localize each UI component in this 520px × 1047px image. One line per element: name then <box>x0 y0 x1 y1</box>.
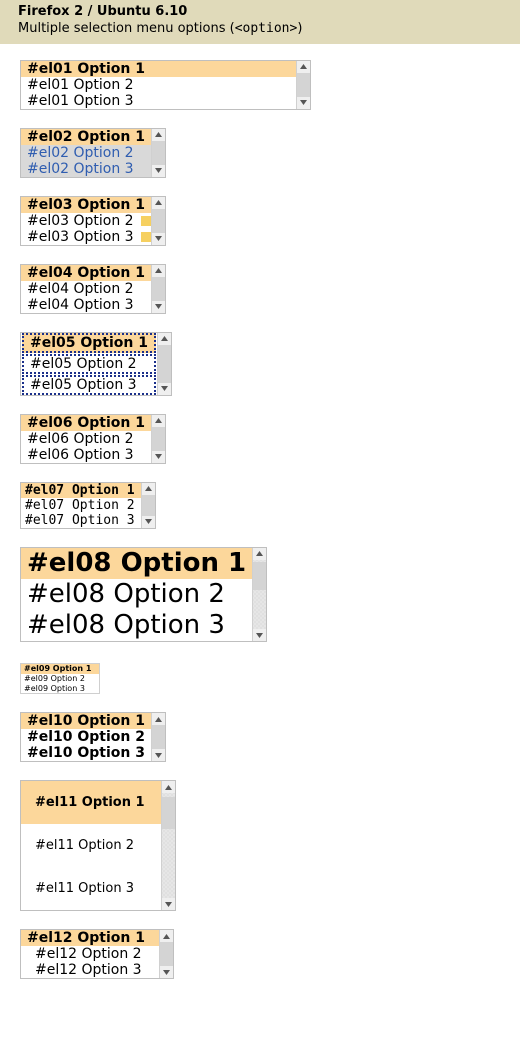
option-el02-2[interactable]: #el02 Option 2 <box>21 145 151 161</box>
option-el10-2[interactable]: #el10 Option 2 <box>21 729 151 745</box>
scroll-up-icon[interactable] <box>152 265 165 277</box>
option-el03-2[interactable]: #el03 Option 2 <box>21 213 151 229</box>
subtitle-code: <option> <box>235 21 298 36</box>
option-el07-2[interactable]: #el07 Option 2 <box>21 498 141 513</box>
option-el03-1[interactable]: #el03 Option 1 <box>21 197 151 213</box>
scroll-up-icon[interactable] <box>152 415 165 427</box>
option-el02-1[interactable]: #el02 Option 1 <box>21 129 151 145</box>
select-el11[interactable]: #el11 Option 1 #el11 Option 2 #el11 Opti… <box>20 780 500 911</box>
option-el04-1[interactable]: #el04 Option 1 <box>21 265 151 281</box>
option-el07-3[interactable]: #el07 Option 3 <box>21 513 141 528</box>
scrollbar[interactable] <box>161 781 175 910</box>
scroll-down-icon[interactable] <box>160 966 173 978</box>
option-el10-3[interactable]: #el10 Option 3 <box>21 745 151 761</box>
scroll-down-icon[interactable] <box>152 165 165 177</box>
select-el12[interactable]: #el12 Option 1 #el12 Option 2 #el12 Opti… <box>20 929 500 979</box>
option-el11-3[interactable]: #el11 Option 3 <box>21 867 161 910</box>
option-el08-2[interactable]: #el08 Option 2 <box>21 579 252 610</box>
platform-title: Firefox 2 / Ubuntu 6.10 <box>18 4 502 21</box>
option-el04-3[interactable]: #el04 Option 3 <box>21 297 151 313</box>
scroll-down-icon[interactable] <box>158 383 171 395</box>
subtitle-prefix: Multiple selection menu options ( <box>18 21 235 36</box>
select-el03[interactable]: #el03 Option 1 #el03 Option 2 #el03 Opti… <box>20 196 500 246</box>
scrollbar[interactable] <box>141 483 155 528</box>
select-el02[interactable]: #el02 Option 1 #el02 Option 2 #el02 Opti… <box>20 128 500 178</box>
scroll-up-icon[interactable] <box>162 781 175 793</box>
scrollbar[interactable] <box>296 61 310 109</box>
option-el08-1[interactable]: #el08 Option 1 <box>21 548 252 579</box>
scroll-down-icon[interactable] <box>142 516 155 528</box>
scrollbar[interactable] <box>151 197 165 245</box>
option-el06-2[interactable]: #el06 Option 2 <box>21 431 151 447</box>
scroll-up-icon[interactable] <box>152 197 165 209</box>
option-el12-1[interactable]: #el12 Option 1 <box>21 930 159 946</box>
option-el09-2[interactable]: #el09 Option 2 <box>21 674 99 684</box>
option-el04-2[interactable]: #el04 Option 2 <box>21 281 151 297</box>
option-el11-2[interactable]: #el11 Option 2 <box>21 824 161 867</box>
option-el06-1[interactable]: #el06 Option 1 <box>21 415 151 431</box>
scrollbar[interactable] <box>157 333 171 395</box>
option-el05-2[interactable]: #el05 Option 2 <box>22 354 156 374</box>
option-el09-3[interactable]: #el09 Option 3 <box>21 684 99 694</box>
option-el02-3[interactable]: #el02 Option 3 <box>21 161 151 177</box>
page-subtitle: Multiple selection menu options (<option… <box>18 21 502 38</box>
option-el05-1[interactable]: #el05 Option 1 <box>22 333 156 353</box>
select-el04[interactable]: #el04 Option 1 #el04 Option 2 #el04 Opti… <box>20 264 500 314</box>
scroll-down-icon[interactable] <box>152 749 165 761</box>
option-el08-3[interactable]: #el08 Option 3 <box>21 610 252 641</box>
option-el01-3[interactable]: #el01 Option 3 <box>21 93 296 109</box>
scroll-up-icon[interactable] <box>142 483 155 495</box>
scrollbar[interactable] <box>252 548 266 642</box>
select-el07[interactable]: #el07 Option 1 #el07 Option 2 #el07 Opti… <box>20 482 500 529</box>
scroll-up-icon[interactable] <box>253 548 266 560</box>
option-el11-1[interactable]: #el11 Option 1 <box>21 781 161 824</box>
option-el01-2[interactable]: #el01 Option 2 <box>21 77 296 93</box>
select-el06[interactable]: #el06 Option 1 #el06 Option 2 #el06 Opti… <box>20 414 500 464</box>
scroll-down-icon[interactable] <box>152 451 165 463</box>
option-el12-3[interactable]: #el12 Option 3 <box>21 962 159 978</box>
option-el12-2[interactable]: #el12 Option 2 <box>21 946 159 962</box>
scrollbar[interactable] <box>151 415 165 463</box>
content-area: #el01 Option 1 #el01 Option 2 #el01 Opti… <box>0 44 520 1013</box>
page-header: Firefox 2 / Ubuntu 6.10 Multiple selecti… <box>0 0 520 44</box>
scroll-up-icon[interactable] <box>152 129 165 141</box>
option-el07-1[interactable]: #el07 Option 1 <box>21 483 141 498</box>
scroll-up-icon[interactable] <box>158 333 171 345</box>
scroll-up-icon[interactable] <box>152 713 165 725</box>
scroll-down-icon[interactable] <box>253 629 266 641</box>
scroll-down-icon[interactable] <box>297 97 310 109</box>
scrollbar[interactable] <box>151 713 165 761</box>
scrollbar[interactable] <box>159 930 173 978</box>
scroll-down-icon[interactable] <box>162 898 175 910</box>
option-el06-3[interactable]: #el06 Option 3 <box>21 447 151 463</box>
option-el10-1[interactable]: #el10 Option 1 <box>21 713 151 729</box>
select-el01[interactable]: #el01 Option 1 #el01 Option 2 #el01 Opti… <box>20 60 500 110</box>
scroll-up-icon[interactable] <box>160 930 173 942</box>
select-el05[interactable]: #el05 Option 1 #el05 Option 2 #el05 Opti… <box>20 332 500 396</box>
scroll-down-icon[interactable] <box>152 233 165 245</box>
option-el05-3[interactable]: #el05 Option 3 <box>22 375 156 395</box>
scroll-down-icon[interactable] <box>152 301 165 313</box>
scrollbar[interactable] <box>151 129 165 177</box>
select-el08[interactable]: #el08 Option 1 #el08 Option 2 #el08 Opti… <box>20 547 500 643</box>
select-el09[interactable]: #el09 Option 1 #el09 Option 2 #el09 Opti… <box>20 660 500 694</box>
select-el10[interactable]: #el10 Option 1 #el10 Option 2 #el10 Opti… <box>20 712 500 762</box>
option-el09-1[interactable]: #el09 Option 1 <box>21 664 99 674</box>
scroll-up-icon[interactable] <box>297 61 310 73</box>
subtitle-suffix: ) <box>297 21 302 36</box>
option-el01-1[interactable]: #el01 Option 1 <box>21 61 296 77</box>
option-el03-3[interactable]: #el03 Option 3 <box>21 229 151 245</box>
scrollbar[interactable] <box>151 265 165 313</box>
